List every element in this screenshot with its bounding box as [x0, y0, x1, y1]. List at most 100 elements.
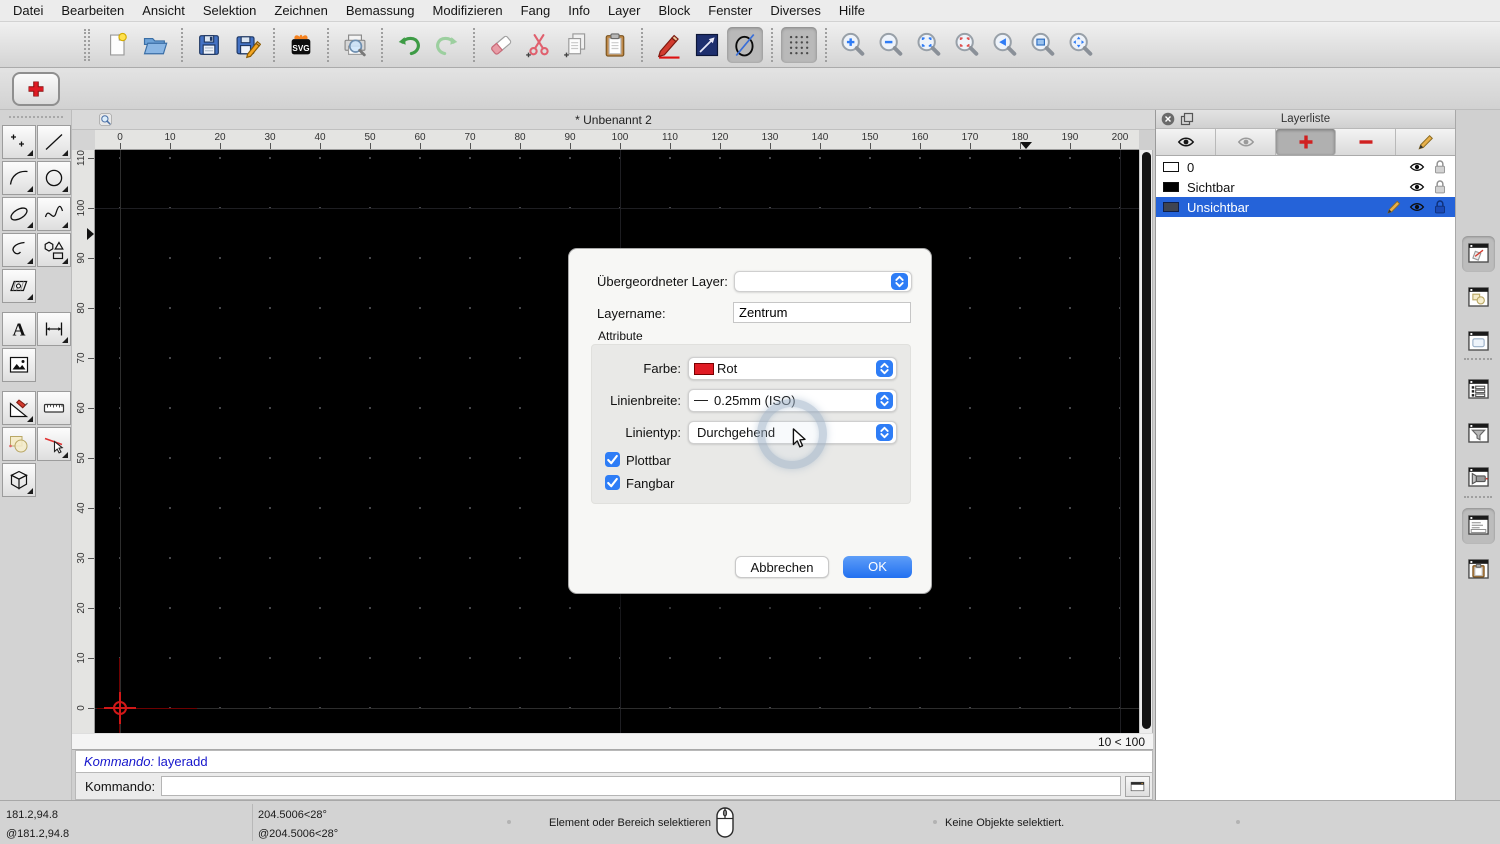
menu-ansicht[interactable]: Ansicht — [133, 3, 194, 18]
dock-layers-button[interactable] — [1462, 236, 1495, 272]
menu-modifizieren[interactable]: Modifizieren — [424, 3, 512, 18]
save-button[interactable] — [191, 27, 227, 63]
menu-zeichnen[interactable]: Zeichnen — [265, 3, 336, 18]
menu-selektion[interactable]: Selektion — [194, 3, 265, 18]
remove-layer-button[interactable] — [1336, 129, 1396, 155]
hide-all-button[interactable] — [1216, 129, 1276, 155]
h-ruler-label: 90 — [564, 132, 576, 143]
save-as-button[interactable] — [229, 27, 265, 63]
dock-filter-button[interactable] — [1462, 416, 1495, 452]
layername-input[interactable] — [733, 302, 911, 323]
menu-fang[interactable]: Fang — [512, 3, 560, 18]
menu-layer[interactable]: Layer — [599, 3, 650, 18]
circle-slash-button[interactable] — [727, 26, 763, 63]
menu-datei[interactable]: Datei — [4, 3, 52, 18]
menu-fenster[interactable]: Fenster — [699, 3, 761, 18]
draw-tools-tool-button[interactable] — [2, 391, 36, 425]
points-tool-button[interactable] — [2, 125, 36, 159]
polyline-tool-button[interactable] — [2, 233, 36, 267]
layer-visible-icon[interactable] — [1409, 199, 1425, 215]
cut-button[interactable] — [521, 27, 557, 63]
close-panel-icon[interactable] — [1161, 112, 1175, 126]
cancel-button[interactable]: Abbrechen — [735, 556, 829, 578]
eraser-button[interactable] — [483, 27, 519, 63]
copy-button[interactable] — [559, 27, 595, 63]
menu-block[interactable]: Block — [649, 3, 699, 18]
undo-button[interactable] — [391, 27, 427, 63]
layer-visible-icon[interactable] — [1409, 179, 1425, 195]
add-layer-tool-button[interactable] — [12, 71, 60, 106]
draw-pencil-button[interactable] — [651, 27, 687, 63]
layer-lock-icon[interactable] — [1432, 179, 1448, 195]
layer-row[interactable]: Sichtbar — [1156, 177, 1455, 197]
parent-layer-select[interactable] — [734, 271, 912, 292]
snappable-checkbox[interactable] — [605, 475, 620, 490]
layer-lock-icon[interactable] — [1432, 199, 1448, 215]
v-ruler-tick — [88, 358, 94, 359]
command-widget-button[interactable] — [1125, 775, 1150, 797]
modify-line-tool-button[interactable] — [37, 427, 71, 461]
menu-bearbeiten[interactable]: Bearbeiten — [52, 3, 133, 18]
float-panel-icon[interactable] — [1180, 112, 1194, 126]
layer-edit-icon[interactable] — [1386, 199, 1402, 215]
dock-blocks-button[interactable] — [1462, 280, 1495, 316]
ellipse-tool-button[interactable] — [2, 197, 36, 231]
scroll-thumb[interactable] — [1142, 152, 1151, 729]
menu-info[interactable]: Info — [559, 3, 599, 18]
image-tool-button[interactable] — [2, 348, 36, 382]
plottable-checkbox[interactable] — [605, 452, 620, 467]
shapes-tool-button[interactable] — [37, 233, 71, 267]
layer-row[interactable]: Unsichtbar — [1156, 197, 1455, 217]
arc-tool-button[interactable] — [2, 161, 36, 195]
spline-tool-button[interactable] — [37, 197, 71, 231]
print-preview-button[interactable] — [337, 27, 373, 63]
measure-ruler-tool-button[interactable] — [37, 391, 71, 425]
dock-lamp-button[interactable] — [1462, 460, 1495, 496]
zoom-out-button[interactable] — [873, 27, 909, 63]
grid-toggle-button[interactable] — [781, 26, 817, 63]
circle-tool-button[interactable] — [37, 161, 71, 195]
line-tool-button[interactable] — [689, 27, 725, 63]
ok-button[interactable]: OK — [843, 556, 912, 578]
text-tool-button[interactable]: A — [2, 312, 36, 346]
dock-library-button[interactable] — [1462, 324, 1495, 360]
stepper-icon — [876, 360, 893, 377]
dock-command-button[interactable] — [1462, 508, 1495, 544]
show-all-button[interactable] — [1156, 129, 1216, 155]
zoom-in-button[interactable] — [835, 27, 871, 63]
zoom-select-button[interactable] — [949, 27, 985, 63]
line-tool-button[interactable] — [37, 125, 71, 159]
meta-grid-line — [95, 208, 1139, 209]
redo-button[interactable] — [429, 27, 465, 63]
h-ruler-label: 30 — [264, 132, 276, 143]
svg-export-button[interactable]: SVG — [283, 27, 319, 63]
add-layer-button[interactable] — [1276, 129, 1336, 155]
zoom-window-button[interactable] — [1025, 27, 1061, 63]
palette-drag-handle[interactable] — [8, 116, 63, 120]
dock-views-button[interactable] — [1462, 372, 1495, 408]
vertical-scrollbar[interactable] — [1139, 150, 1153, 733]
zoom-auto-button[interactable] — [911, 27, 947, 63]
layer-visible-icon[interactable] — [1409, 159, 1425, 175]
svg-text:SVG: SVG — [292, 43, 309, 52]
menu-hilfe[interactable]: Hilfe — [830, 3, 874, 18]
toolbar-drag-handle[interactable] — [84, 28, 90, 61]
edit-layer-button[interactable] — [1396, 129, 1455, 155]
menu-bemassung[interactable]: Bemassung — [337, 3, 424, 18]
dimension-tool-button[interactable] — [37, 312, 71, 346]
boolean-ops-tool-button[interactable] — [2, 427, 36, 461]
solid-box-tool-button[interactable] — [2, 463, 36, 497]
mouse-cursor — [787, 427, 809, 451]
new-file-button[interactable] — [99, 27, 135, 63]
paste-button[interactable] — [597, 27, 633, 63]
zoom-pan-button[interactable] — [1063, 27, 1099, 63]
dock-clipboard-button[interactable] — [1462, 552, 1495, 588]
command-input[interactable] — [161, 776, 1121, 796]
hatch-tool-button[interactable] — [2, 269, 36, 303]
layer-row[interactable]: 0 — [1156, 157, 1455, 177]
menu-diverses[interactable]: Diverses — [761, 3, 830, 18]
open-folder-button[interactable] — [137, 27, 173, 63]
color-select[interactable]: Rot — [688, 357, 897, 380]
layer-lock-icon[interactable] — [1432, 159, 1448, 175]
zoom-previous-button[interactable] — [987, 27, 1023, 63]
